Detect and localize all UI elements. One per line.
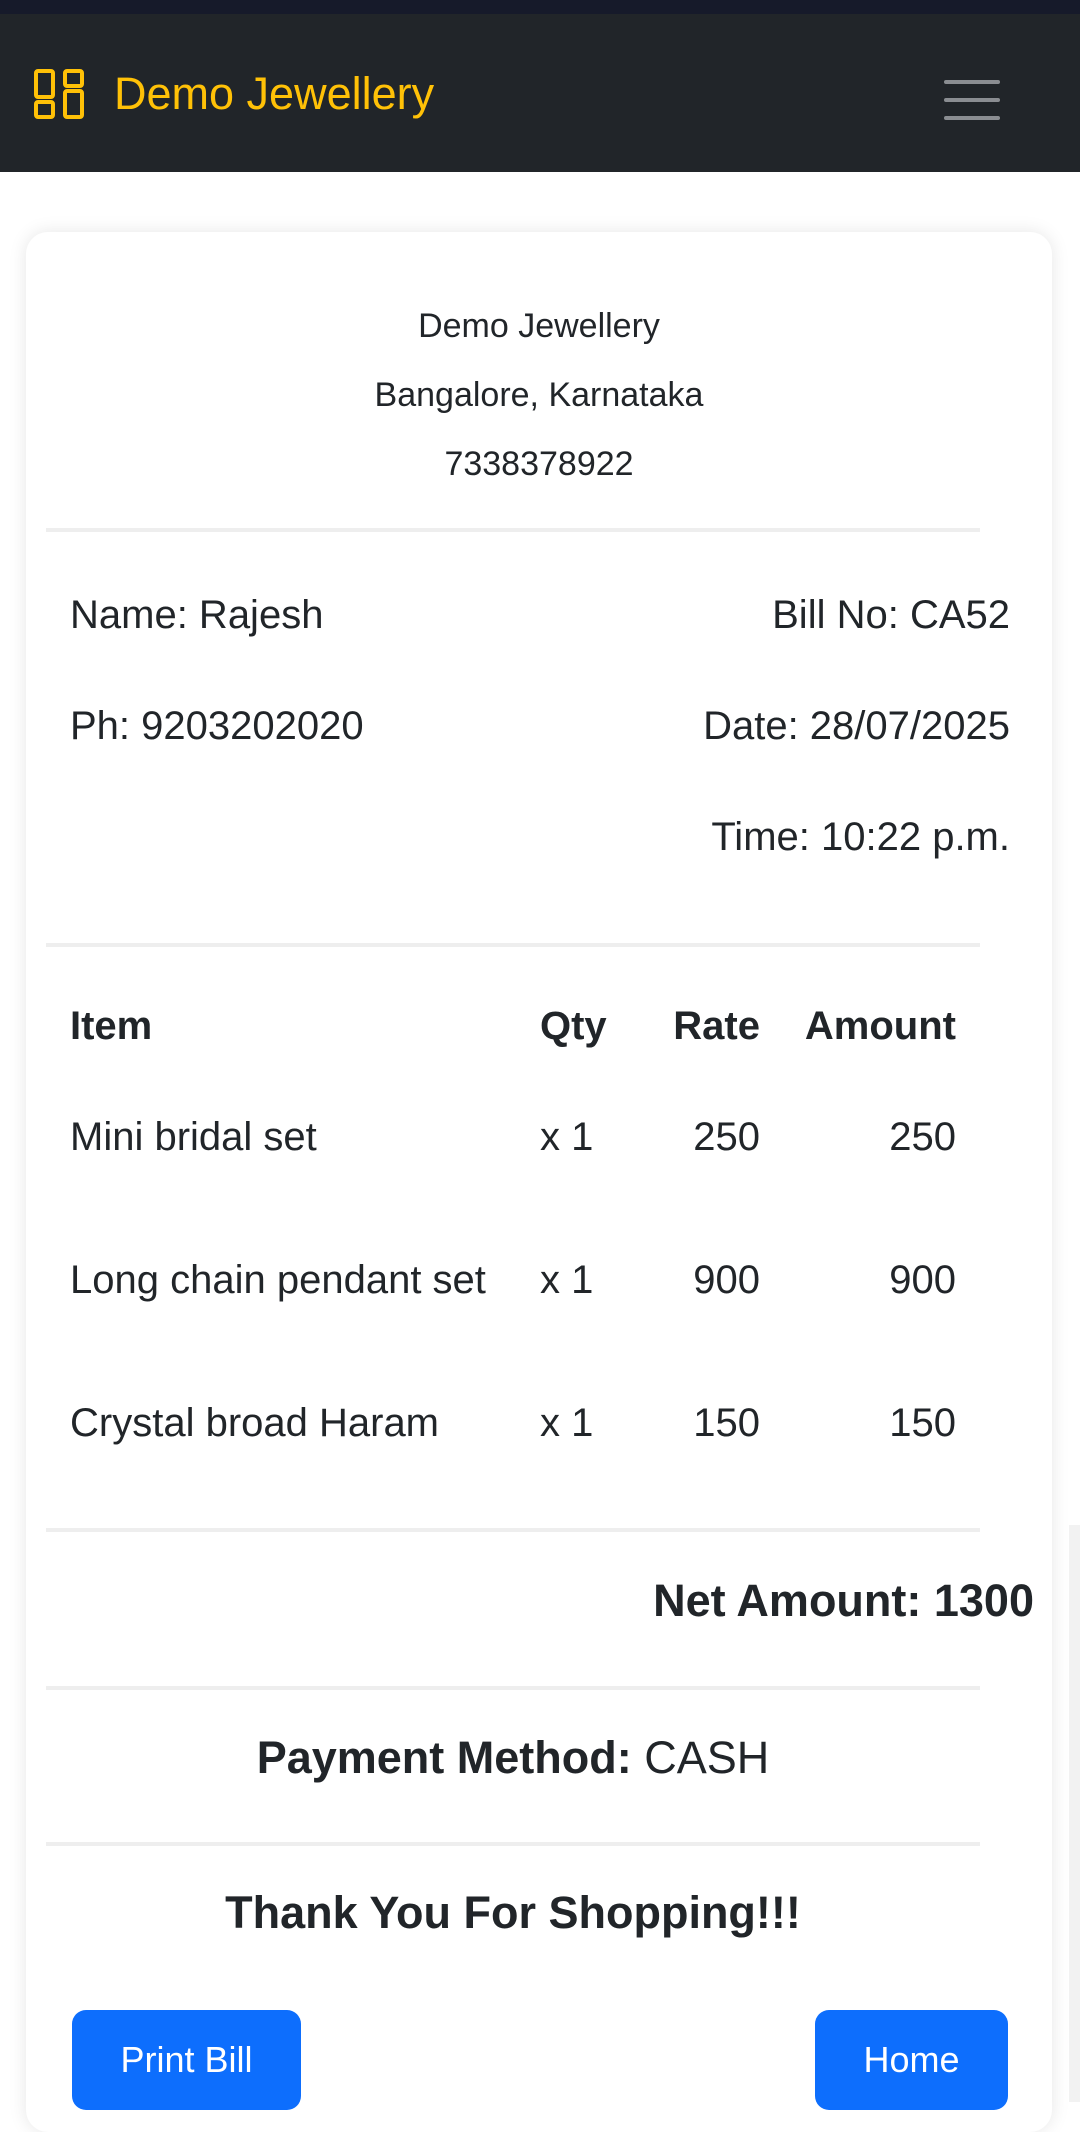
- column-header-item: Item: [70, 1003, 153, 1048]
- hamburger-menu-icon[interactable]: [932, 70, 1012, 130]
- store-location: Bangalore, Karnataka: [374, 376, 704, 414]
- store-header: Demo Jewellery Bangalore, Karnataka 7338…: [26, 292, 1052, 499]
- print-bill-button[interactable]: Print Bill: [72, 2010, 301, 2110]
- item-name: Crystal broad Haram: [70, 1400, 440, 1445]
- scrollbar[interactable]: [1069, 1525, 1080, 2102]
- net-amount: Net Amount: 1300: [653, 1575, 1034, 1626]
- qty-cell: x 1: [540, 1258, 594, 1302]
- payment-label: Payment Method:: [256, 1732, 632, 1783]
- rate-cell: 250: [693, 1114, 760, 1159]
- bill-time: Time: 10:22 p.m.: [711, 815, 1010, 859]
- divider: [46, 943, 980, 947]
- store-phone: 7338378922: [444, 445, 634, 483]
- bill-meta: Bill No: CA52 Date: 28/07/2025 Time: 10:…: [703, 560, 1010, 893]
- home-button[interactable]: Home: [815, 2010, 1008, 2110]
- menu-bar: [944, 80, 1000, 84]
- amount-cell: 900: [889, 1258, 956, 1302]
- items-table: Item Qty Rate Amount Mini bridal set x 1…: [70, 970, 956, 1478]
- store-name: Demo Jewellery: [418, 307, 660, 345]
- customer-info: Name: Rajesh Ph: 9203202020: [70, 560, 364, 782]
- table-header-row: Item Qty Rate Amount: [70, 970, 956, 1082]
- brand-name: Demo Jewellery: [114, 68, 435, 119]
- item-name: Mini bridal set: [70, 1114, 317, 1159]
- item-name: Long chain pendant set: [70, 1258, 486, 1302]
- payment-method: Payment Method: CASH: [0, 1725, 1026, 1791]
- divider: [46, 528, 980, 532]
- brand-link[interactable]: Demo Jewellery: [34, 67, 434, 121]
- rate-cell: 900: [693, 1258, 760, 1302]
- item-cell: Mini bridal set: [70, 1082, 540, 1192]
- amount-cell: 250: [889, 1114, 956, 1159]
- menu-bar: [944, 116, 1000, 120]
- table-row: Crystal broad Haram x 1 150 150: [70, 1368, 956, 1478]
- thank-you-message: Thank You For Shopping!!!: [225, 1887, 801, 1938]
- column-header-rate: Rate: [673, 1003, 760, 1048]
- column-header-amount: Amount: [804, 1003, 956, 1048]
- table-row: Long chain pendant set x 1 900 900: [70, 1192, 956, 1368]
- payment-value: CASH: [644, 1732, 770, 1783]
- column-header-qty: Qty: [540, 1003, 607, 1048]
- status-strip: [0, 0, 1080, 14]
- qty-cell: x 1: [540, 1114, 594, 1159]
- customer-name: Name: Rajesh: [70, 593, 324, 637]
- amount-cell: 150: [889, 1400, 956, 1445]
- qty-cell: x 1: [540, 1400, 594, 1445]
- bill-number: Bill No: CA52: [772, 593, 1010, 637]
- divider: [46, 1528, 980, 1532]
- menu-bar: [944, 98, 1000, 102]
- table-row: Mini bridal set x 1 250 250: [70, 1082, 956, 1192]
- item-cell: Crystal broad Haram: [70, 1368, 540, 1478]
- divider: [46, 1686, 980, 1690]
- rate-cell: 150: [693, 1400, 760, 1445]
- item-cell: Long chain pendant set: [70, 1192, 540, 1368]
- navbar: Demo Jewellery: [0, 14, 1080, 172]
- grid-layout-icon: [34, 69, 84, 119]
- customer-phone: Ph: 9203202020: [70, 704, 364, 748]
- divider: [46, 1842, 980, 1846]
- bill-date: Date: 28/07/2025: [703, 704, 1010, 748]
